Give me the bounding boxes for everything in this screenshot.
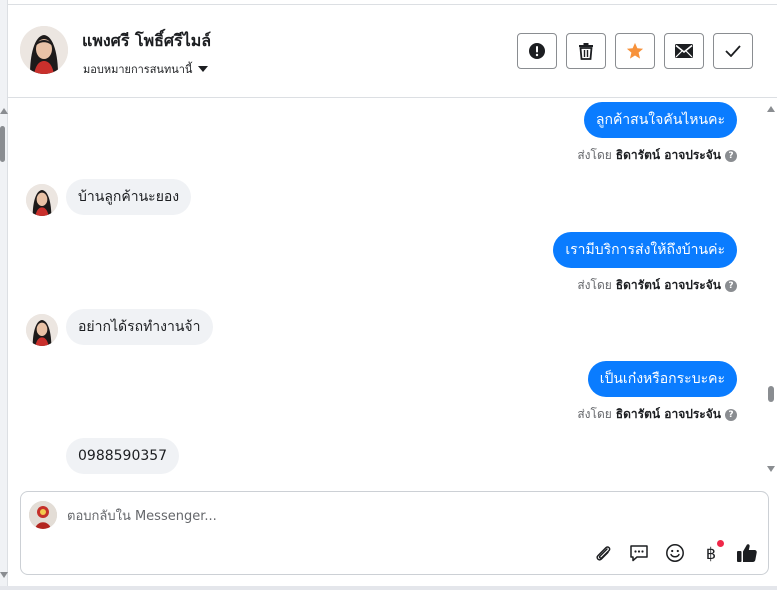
sent-by-line: ส่งโดย ธิดารัตน์ อาจประจัน ? (577, 405, 737, 424)
message-thread[interactable]: ลูกค้าสนใจคันไหนคะ ส่งโดย ธิดารัตน์ อาจป… (8, 98, 765, 482)
sent-by-line: ส่งโดย ธิดารัตน์ อาจประจัน ? (577, 276, 737, 295)
help-icon[interactable]: ? (725, 408, 737, 421)
sent-by-prefix: ส่งโดย (577, 148, 612, 162)
assign-label: มอบหมายการสนทนานี้ (83, 63, 193, 76)
check-icon (725, 45, 741, 57)
composer-tools: ฿ (592, 540, 758, 564)
outgoing-message[interactable]: ลูกค้าสนใจคันไหนคะ (583, 102, 737, 138)
mark-unread-button[interactable] (664, 33, 704, 69)
sender-name[interactable]: ธิดารัตน์ อาจประจัน (616, 276, 721, 295)
emoji-icon (666, 544, 684, 562)
contact-avatar[interactable] (20, 26, 68, 74)
scroll-up-arrow-icon[interactable] (767, 106, 775, 112)
saved-reply-button[interactable] (628, 542, 650, 564)
page-scrollbar[interactable] (0, 0, 8, 590)
conversation-header: แพงศรี โพธิ์ศรีไมล์ มอบหมายการสนทนานี้ (8, 4, 777, 98)
outgoing-message[interactable]: เป็นเก๋งหรือกระบะคะ (587, 361, 737, 397)
incoming-message[interactable]: 0988590357 (66, 438, 180, 474)
bottom-edge (0, 586, 777, 590)
conversation-actions (517, 33, 753, 69)
saved-reply-icon (630, 545, 648, 562)
paperclip-icon (596, 546, 611, 561)
send-like-button[interactable] (736, 542, 758, 564)
assign-conversation-dropdown[interactable]: มอบหมายการสนทนานี้ (83, 60, 209, 78)
star-icon (626, 42, 644, 59)
outgoing-message[interactable]: เรามีบริการส่งให้ถึงบ้านค่ะ (553, 232, 737, 268)
scroll-thumb[interactable] (0, 126, 5, 162)
report-spam-button[interactable] (517, 33, 557, 69)
exclamation-circle-icon (529, 43, 545, 59)
contact-name[interactable]: แพงศรี โพธิ์ศรีไมล์ (82, 29, 211, 54)
sent-by-prefix: ส่งโดย (577, 278, 612, 292)
page-avatar (29, 501, 57, 529)
sender-name[interactable]: ธิดารัตน์ อาจประจัน (616, 146, 721, 165)
sender-name[interactable]: ธิดารัตน์ อาจประจัน (616, 405, 721, 424)
delete-button[interactable] (566, 33, 606, 69)
contact-avatar-small[interactable] (26, 184, 58, 216)
notification-dot (717, 540, 724, 547)
envelope-icon (675, 44, 693, 58)
help-icon[interactable]: ? (725, 279, 737, 292)
emoji-button[interactable] (664, 542, 686, 564)
sent-by-prefix: ส่งโดย (577, 407, 612, 421)
message-composer: ฿ (20, 491, 769, 575)
star-button[interactable] (615, 33, 655, 69)
caret-down-icon (198, 66, 209, 72)
incoming-message[interactable]: อย่ากได้รถทำงานจ้า (66, 309, 213, 345)
scroll-thumb[interactable] (768, 386, 774, 402)
incoming-message[interactable]: บ้านลูกค้านะยอง (66, 179, 192, 215)
baht-payment-icon: ฿ (705, 543, 717, 563)
reply-input[interactable] (67, 504, 667, 528)
trash-icon (579, 43, 593, 60)
thumbs-up-icon (737, 544, 757, 562)
contact-avatar-small[interactable] (26, 314, 58, 346)
thread-scrollbar[interactable] (765, 98, 777, 482)
scroll-down-arrow-icon[interactable] (0, 572, 8, 578)
scroll-up-arrow-icon[interactable] (0, 108, 8, 114)
scroll-down-arrow-icon[interactable] (767, 466, 775, 472)
sent-by-line: ส่งโดย ธิดารัตน์ อาจประจัน ? (577, 146, 737, 165)
help-icon[interactable]: ? (725, 149, 737, 162)
mark-done-button[interactable] (713, 33, 753, 69)
payment-button[interactable]: ฿ (700, 540, 724, 564)
attach-file-button[interactable] (592, 542, 614, 564)
